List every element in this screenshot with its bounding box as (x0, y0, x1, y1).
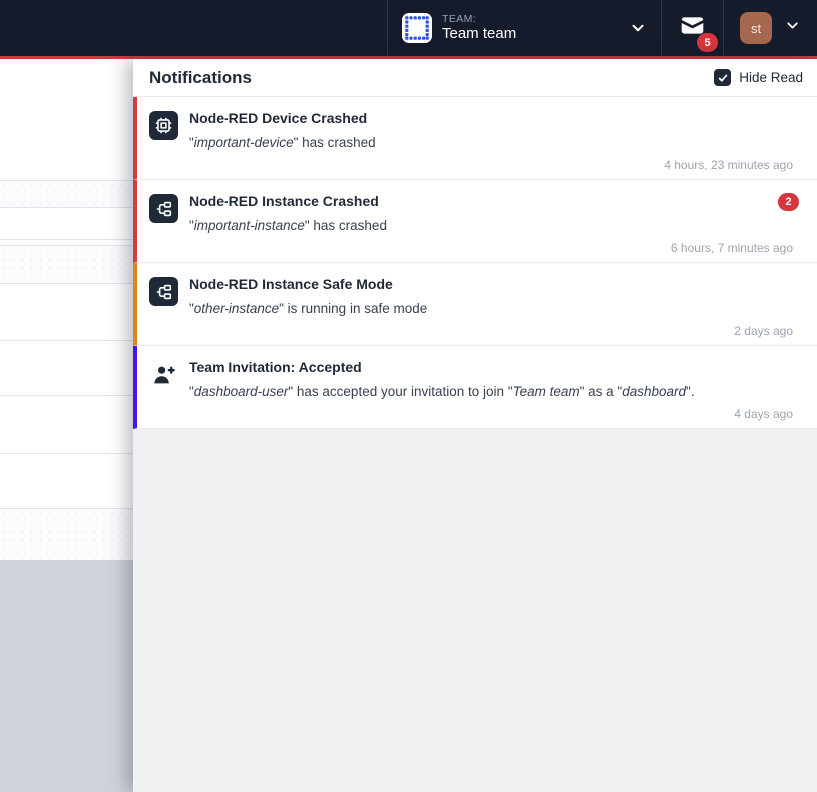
notification-timestamp: 6 hours, 7 minutes ago (189, 241, 793, 255)
instance-icon (149, 194, 178, 223)
team-name: Team team (442, 25, 516, 42)
notification-message: "important-instance" has crashed (189, 217, 793, 235)
user-menu[interactable]: st (723, 0, 817, 56)
notification-timestamp: 2 days ago (189, 324, 793, 338)
notification-list: Node-RED Device Crashed "important-devic… (133, 97, 817, 429)
user-add-icon (149, 360, 178, 389)
notification-item[interactable]: Node-RED Instance Crashed "important-ins… (133, 180, 817, 263)
unread-count-badge: 5 (697, 33, 718, 52)
team-overline-label: TEAM: (442, 13, 516, 25)
notification-title: Node-RED Device Crashed (189, 109, 793, 127)
notification-message: "dashboard-user" has accepted your invit… (189, 383, 793, 401)
notification-badge: 2 (778, 193, 799, 211)
notification-item[interactable]: Node-RED Instance Safe Mode "other-insta… (133, 263, 817, 346)
notification-timestamp: 4 days ago (189, 407, 793, 421)
top-navbar: TEAM: Team team 5 st (0, 0, 817, 56)
team-pixel-avatar-icon (402, 13, 432, 43)
avatar: st (740, 12, 772, 44)
instance-icon (149, 277, 178, 306)
hide-read-label: Hide Read (739, 70, 803, 85)
team-switcher-dropdown[interactable]: TEAM: Team team (387, 0, 661, 56)
device-chip-icon (149, 111, 178, 140)
chevron-down-icon (784, 17, 801, 39)
hide-read-checkbox[interactable] (714, 69, 731, 86)
hide-read-toggle[interactable]: Hide Read (714, 69, 803, 86)
notification-title: Team Invitation: Accepted (189, 358, 793, 376)
panel-title: Notifications (149, 68, 714, 88)
notification-title: Node-RED Instance Crashed (189, 192, 793, 210)
chevron-down-icon (629, 19, 647, 37)
notifications-inbox-button[interactable]: 5 (661, 0, 723, 56)
notification-item[interactable]: Node-RED Device Crashed "important-devic… (133, 97, 817, 180)
notification-timestamp: 4 hours, 23 minutes ago (189, 158, 793, 172)
notification-message: "other-instance" is running in safe mode (189, 300, 793, 318)
notification-item[interactable]: Team Invitation: Accepted "dashboard-use… (133, 346, 817, 429)
notifications-panel-header: Notifications Hide Read (133, 59, 817, 97)
notification-message: "important-device" has crashed (189, 134, 793, 152)
navbar-spacer (0, 0, 387, 56)
notification-title: Node-RED Instance Safe Mode (189, 275, 793, 293)
notifications-panel: Notifications Hide Read Node-RED Device … (133, 59, 817, 792)
